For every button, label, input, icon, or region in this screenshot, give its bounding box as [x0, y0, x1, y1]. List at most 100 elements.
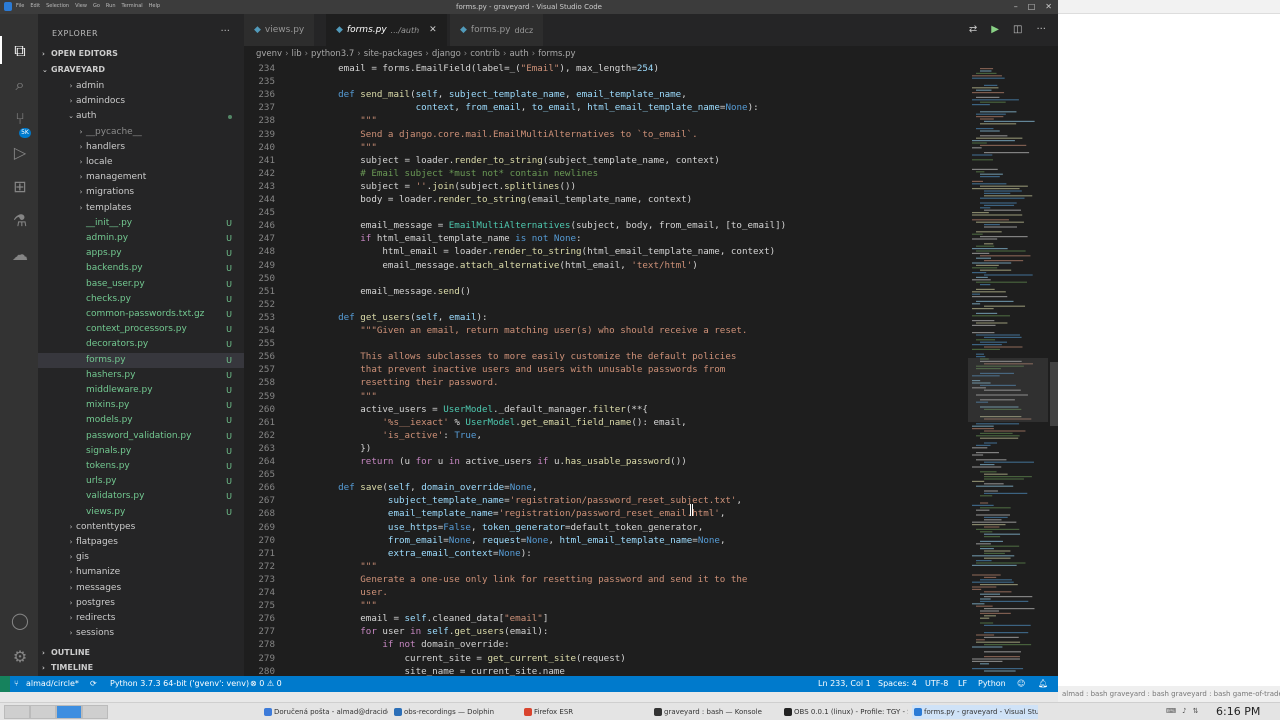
open-editors-header[interactable]: › OPEN EDITORS: [38, 46, 244, 61]
tree-item-handlers[interactable]: › handlers: [38, 140, 244, 155]
network-icon[interactable]: ⇅: [1193, 707, 1199, 715]
breadcrumb-item[interactable]: django: [432, 49, 461, 59]
cursor-position[interactable]: Ln 233, Col 1: [818, 679, 871, 688]
extensions-icon[interactable]: ⊞: [9, 176, 31, 198]
tree-item-tokens-py[interactable]: tokens.py U: [38, 459, 244, 474]
account-icon[interactable]: ◯: [9, 610, 31, 632]
encoding[interactable]: UTF-8: [925, 679, 948, 688]
tree-item-admin-py[interactable]: admin.py U: [38, 231, 244, 246]
vertical-scrollbar[interactable]: [1050, 62, 1058, 676]
tree-item--pycache-[interactable]: › __pycache__: [38, 125, 244, 140]
compare-icon[interactable]: ⇄: [969, 24, 977, 35]
remote-indicator[interactable]: [0, 676, 10, 692]
tree-item-redirects[interactable]: › redirects: [38, 611, 244, 626]
tree-item-urls-py[interactable]: urls.py U: [38, 474, 244, 489]
tree-item-management[interactable]: › management: [38, 170, 244, 185]
tree-item-locale[interactable]: › locale: [38, 155, 244, 170]
taskbar-task-2[interactable]: Firefox ESR: [522, 705, 648, 719]
breadcrumb-item[interactable]: gvenv: [256, 49, 282, 59]
python-interpreter[interactable]: Python 3.7.3 64-bit ('gvenv': venv): [110, 679, 249, 688]
tree-item-forms-py[interactable]: forms.py U: [38, 352, 244, 368]
tree-item-context-processors-py[interactable]: context_processors.py U: [38, 322, 244, 337]
taskbar-task-0[interactable]: Doručená pošta - almad@dracidou...: [262, 705, 388, 719]
tree-item-messages[interactable]: › messages: [38, 581, 244, 596]
tree-item-signals-py[interactable]: signals.py U: [38, 444, 244, 459]
language-mode[interactable]: Python: [978, 679, 1006, 688]
tree-item-admin[interactable]: › admin: [38, 79, 244, 94]
tree-item-flatpages[interactable]: › flatpages: [38, 535, 244, 550]
tree-item--init-py[interactable]: __init__.py U: [38, 216, 244, 231]
tree-item-contenttypes[interactable]: › contenttypes: [38, 520, 244, 535]
tree-item-middleware-py[interactable]: middleware.py U: [38, 383, 244, 398]
breadcrumb-item[interactable]: site-packages: [364, 49, 423, 59]
tree-item-auth[interactable]: ⌄ auth: [38, 109, 244, 124]
keyboard-icon[interactable]: ⌨: [1166, 707, 1176, 715]
files-icon[interactable]: ⧉: [9, 40, 31, 62]
taskbar-task-3[interactable]: graveyard : bash — Konsole: [652, 705, 778, 719]
breadcrumb-item[interactable]: forms.py: [538, 49, 575, 59]
volume-icon[interactable]: ♪: [1182, 707, 1186, 715]
tab-forms-py-1[interactable]: ◆ forms.py .../auth ✕: [326, 14, 448, 46]
minimap-slider[interactable]: [968, 358, 1048, 422]
clock[interactable]: 6:16 PM: [1216, 705, 1260, 718]
tree-item-validators-py[interactable]: validators.py U: [38, 489, 244, 504]
workspace-1[interactable]: [4, 705, 30, 719]
tree-item-backends-py[interactable]: backends.py U: [38, 261, 244, 276]
settings-gear-icon[interactable]: ⚙: [9, 646, 31, 668]
breadcrumb-item[interactable]: python3.7: [311, 49, 354, 59]
source-control-icon[interactable]: ⑂: [9, 108, 31, 130]
git-branch[interactable]: almad/circle*: [26, 679, 79, 688]
run-file-icon[interactable]: ▶: [991, 24, 999, 35]
tree-item-password-validation-py[interactable]: password_validation.py U: [38, 429, 244, 444]
code-editor[interactable]: 234 email = forms.EmailField(label=_("Em…: [244, 62, 964, 676]
indentation[interactable]: Spaces: 4: [878, 679, 917, 688]
taskbar-task-4[interactable]: OBS 0.0.1 (linux) - Profile: TGY - Sce..…: [782, 705, 908, 719]
tab-forms-py-2[interactable]: ◆ forms.py ddcz: [450, 14, 545, 46]
tree-item-humanize[interactable]: › humanize: [38, 565, 244, 580]
end-of-line[interactable]: LF: [958, 679, 967, 688]
tree-item-gis[interactable]: › gis: [38, 550, 244, 565]
more-actions-icon[interactable]: ···: [1036, 24, 1046, 35]
run-debug-icon[interactable]: ▷: [9, 142, 31, 164]
scrollbar-thumb[interactable]: [1050, 362, 1058, 426]
project-header[interactable]: ⌄ GRAVEYARD: [38, 62, 244, 77]
breadcrumb-item[interactable]: contrib: [470, 49, 500, 59]
search-icon[interactable]: ⌕: [9, 74, 31, 96]
close-tab-icon[interactable]: ✕: [429, 25, 437, 35]
tree-item-apps-py[interactable]: apps.py U: [38, 246, 244, 261]
tree-item-mixins-py[interactable]: mixins.py U: [38, 398, 244, 413]
split-editor-icon[interactable]: ◫: [1013, 24, 1022, 35]
more-actions-icon[interactable]: ···: [220, 26, 230, 37]
timeline-header[interactable]: › TIMELINE: [38, 660, 244, 675]
minimap[interactable]: [968, 62, 1048, 676]
maximize-icon[interactable]: □: [1028, 2, 1036, 11]
outline-header[interactable]: › OUTLINE: [38, 645, 244, 660]
tree-item-migrations[interactable]: › migrations: [38, 185, 244, 200]
tree-item-templates[interactable]: › templates: [38, 201, 244, 216]
tree-item-hashers-py[interactable]: hashers.py U: [38, 368, 244, 383]
testing-icon[interactable]: ⚗: [9, 210, 31, 232]
taskbar-task-1[interactable]: obs-recordings — Dolphin: [392, 705, 518, 719]
tree-item-base-user-py[interactable]: base_user.py U: [38, 277, 244, 292]
close-icon[interactable]: ✕: [1045, 2, 1052, 11]
breadcrumb-item[interactable]: lib: [291, 49, 301, 59]
taskbar-task-5[interactable]: forms.py - graveyard - Visual Studio...: [912, 705, 1038, 719]
notifications-bell-icon[interactable]: 🔔︎: [1038, 679, 1048, 688]
minimize-icon[interactable]: –: [1014, 2, 1018, 11]
tree-item-sessions[interactable]: › sessions: [38, 626, 244, 641]
workspace-2[interactable]: [30, 705, 56, 719]
tree-item-decorators-py[interactable]: decorators.py U: [38, 337, 244, 352]
feedback-icon[interactable]: ☺: [1017, 679, 1025, 688]
problems-count[interactable]: ⊗ 0 ⚠ 0: [250, 679, 282, 688]
tree-item-common-passwords-txt-gz[interactable]: common-passwords.txt.gz U: [38, 307, 244, 322]
breadcrumb-item[interactable]: auth: [509, 49, 528, 59]
tree-item-views-py[interactable]: views.py U: [38, 505, 244, 520]
tab-views-py-0[interactable]: ◆ views.py: [244, 14, 316, 46]
docker-icon[interactable]: ☁: [9, 244, 31, 266]
tree-item-admindocs[interactable]: › admindocs: [38, 94, 244, 109]
workspace-4[interactable]: [82, 705, 108, 719]
workspace-3[interactable]: [56, 705, 82, 719]
tree-item-checks-py[interactable]: checks.py U: [38, 292, 244, 307]
sync-icon[interactable]: ⟳: [90, 679, 97, 688]
tree-item-models-py[interactable]: models.py U: [38, 413, 244, 428]
